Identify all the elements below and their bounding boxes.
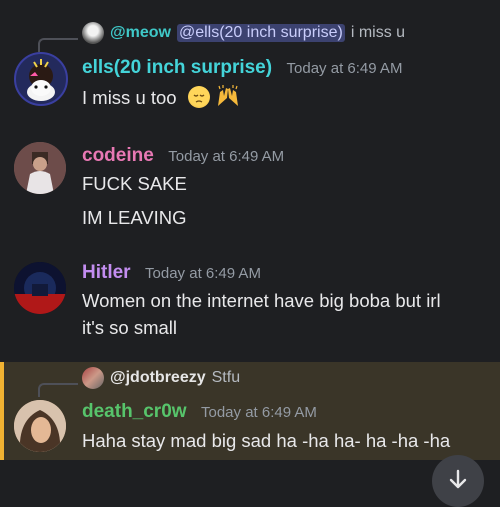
message-text: I miss u too — [82, 84, 241, 111]
reply-preview[interactable]: @meow @ells(20 inch surprise) i miss u — [82, 22, 405, 44]
timestamp: Today at 6:49 AM — [201, 404, 317, 421]
reply-text: i miss u — [350, 24, 406, 41]
timestamp: Today at 6:49 AM — [286, 60, 403, 77]
avatar[interactable] — [14, 400, 66, 452]
message-line: I miss u too — [82, 87, 177, 108]
message-line: FUCK SAKE — [82, 173, 187, 194]
username[interactable]: ells(20 inch surprise) — [82, 57, 272, 78]
scroll-to-bottom-button[interactable] — [432, 455, 484, 507]
message-line: IM LEAVING — [82, 207, 187, 228]
avatar[interactable] — [14, 262, 66, 314]
message-line: Women on the internet have big boba but … — [82, 290, 441, 311]
timestamp: Today at 6:49 AM — [145, 265, 261, 282]
username[interactable]: Hitler — [82, 262, 131, 283]
reply-avatar — [82, 367, 104, 389]
reply-connector — [38, 38, 78, 52]
reply-preview[interactable]: @jdotbreezy Stfu — [82, 367, 240, 389]
reply-mention[interactable]: @ells(20 inch surprise) — [176, 24, 345, 42]
timestamp: Today at 6:49 AM — [168, 148, 285, 165]
username[interactable]: death_cr0w — [82, 401, 187, 422]
arrow-down-icon — [446, 467, 470, 496]
message-line: Haha stay mad big sad ha -ha ha- ha -ha … — [82, 430, 451, 451]
reply-connector — [38, 383, 78, 397]
reply-username[interactable]: @meow — [110, 24, 171, 42]
pensive-face-emoji — [187, 86, 210, 108]
raising-hands-emoji — [215, 84, 241, 106]
reply-avatar — [82, 22, 104, 44]
avatar[interactable] — [14, 52, 68, 106]
reply-text: Stfu — [211, 369, 241, 386]
username[interactable]: codeine — [82, 145, 154, 166]
message-line: it's so small — [82, 317, 178, 338]
reply-username[interactable]: @jdotbreezy — [110, 369, 206, 387]
avatar[interactable] — [14, 142, 66, 194]
